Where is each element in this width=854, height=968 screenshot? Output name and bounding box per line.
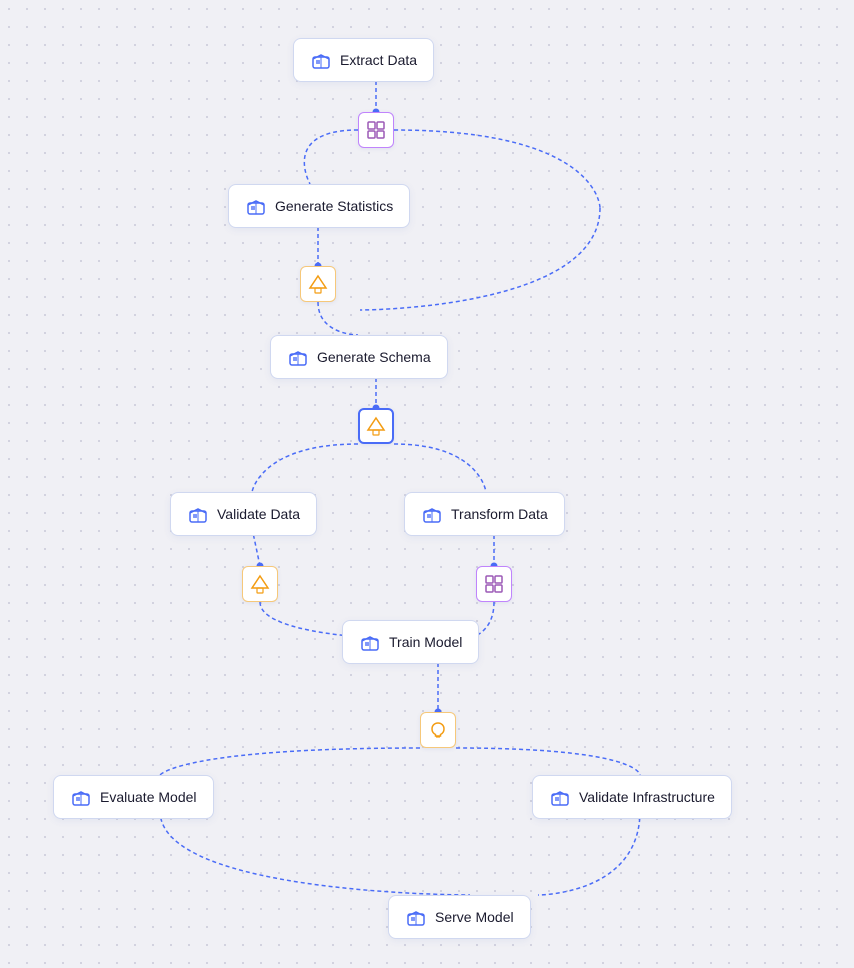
gate-parallel-1[interactable] [358, 112, 394, 148]
generate-statistics-node[interactable]: Generate Statistics [228, 184, 410, 228]
cube-icon-7 [70, 786, 92, 808]
extract-data-label: Extract Data [340, 52, 417, 68]
evaluate-model-node[interactable]: Evaluate Model [53, 775, 214, 819]
flow-canvas: Extract Data Generate Statistics Generat… [0, 0, 854, 968]
shapes-gate-icon-2 [250, 574, 270, 594]
gate-bulb[interactable] [420, 712, 456, 748]
cube-icon-4 [187, 503, 209, 525]
gate-shapes-2[interactable] [242, 566, 278, 602]
train-model-node[interactable]: Train Model [342, 620, 479, 664]
evaluate-model-label: Evaluate Model [100, 789, 197, 805]
generate-schema-node[interactable]: Generate Schema [270, 335, 448, 379]
cube-icon-6 [359, 631, 381, 653]
generate-statistics-label: Generate Statistics [275, 198, 393, 214]
shapes-gate-selected-icon [366, 416, 386, 436]
gate-shapes-selected[interactable] [358, 408, 394, 444]
serve-model-label: Serve Model [435, 909, 514, 925]
extract-data-node[interactable]: Extract Data [293, 38, 434, 82]
parallel-gate-icon [366, 120, 386, 140]
serve-model-node[interactable]: Serve Model [388, 895, 531, 939]
generate-schema-label: Generate Schema [317, 349, 431, 365]
validate-infrastructure-label: Validate Infrastructure [579, 789, 715, 805]
validate-data-node[interactable]: Validate Data [170, 492, 317, 536]
shapes-gate-icon [308, 274, 328, 294]
transform-data-node[interactable]: Transform Data [404, 492, 565, 536]
bulb-gate-icon [428, 720, 448, 740]
validate-infrastructure-node[interactable]: Validate Infrastructure [532, 775, 732, 819]
train-model-label: Train Model [389, 634, 462, 650]
cube-icon [310, 49, 332, 71]
transform-data-label: Transform Data [451, 506, 548, 522]
cube-icon-9 [405, 906, 427, 928]
cube-icon-5 [421, 503, 443, 525]
connector-layer [0, 0, 854, 968]
validate-data-label: Validate Data [217, 506, 300, 522]
gate-shapes-1[interactable] [300, 266, 336, 302]
cube-icon-3 [287, 346, 309, 368]
parallel-gate-icon-2 [484, 574, 504, 594]
gate-parallel-2[interactable] [476, 566, 512, 602]
cube-icon-2 [245, 195, 267, 217]
cube-icon-8 [549, 786, 571, 808]
